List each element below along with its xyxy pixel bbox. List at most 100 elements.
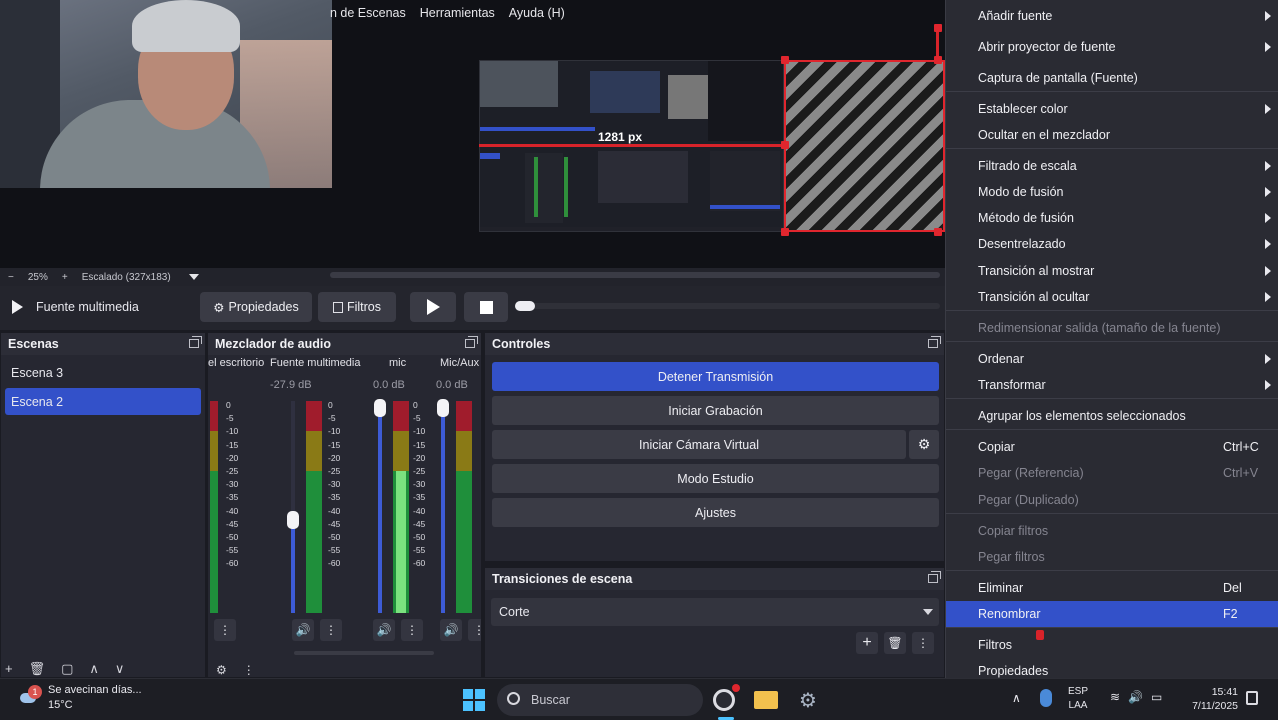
virtual-camera-settings-button[interactable]: ⚙ [909,430,939,459]
filter-icon [332,301,343,313]
move-down-icon[interactable]: ∨ [115,661,125,677]
studio-mode-button[interactable]: Modo Estudio [492,464,939,493]
selected-source[interactable] [784,60,945,232]
menu-item-label: Copiar [978,440,1015,454]
taskbar-search[interactable]: Buscar [497,684,703,716]
menu-scenes[interactable]: n de Escenas [330,6,406,20]
menu-item-renombrar[interactable]: Renombrar F2 [946,601,1278,627]
menu-item-eliminar[interactable]: Eliminar Del [946,575,1278,601]
resize-handle[interactable] [781,56,789,64]
menu-item-metodo-de-fusion[interactable]: Método de fusión [946,205,1278,231]
resize-handle[interactable] [781,141,789,149]
resize-handle[interactable] [934,228,942,236]
stop-streaming-button[interactable]: Detener Transmisión [492,362,939,391]
meter-scale-tick: 0 [328,400,333,410]
preview-scrollbar[interactable] [330,272,940,278]
trash-icon[interactable]: 🗑 [884,632,906,654]
scenes-dock-title: Escenas [1,333,205,355]
scene-filters-icon[interactable]: ▢ [61,661,73,677]
speaker-icon[interactable]: 🔊 [373,619,395,641]
tray-chevron-up-icon[interactable]: ∧ [1012,691,1021,705]
menu-item-anadir-fuente[interactable]: Añadir fuente [946,3,1278,29]
mixer-settings-icon[interactable]: ⚙ [216,663,227,677]
resize-handle[interactable] [934,56,942,64]
channel-menu-icon[interactable]: ⋮ [468,619,481,641]
language-indicator[interactable]: ESP LAA [1068,685,1088,713]
undock-icon[interactable] [465,336,478,348]
zoom-out-button[interactable]: − [8,272,14,283]
fader-knob[interactable] [437,399,449,417]
volume-fader[interactable] [374,399,386,613]
start-recording-button[interactable]: Iniciar Grabación [492,396,939,425]
menu-item-label: Agrupar los elementos seleccionados [978,409,1186,423]
speaker-icon[interactable]: 🔊 [440,619,462,641]
windows-start-icon[interactable] [460,686,488,714]
menu-item-transicion-al-mostrar[interactable]: Transición al mostrar [946,258,1278,284]
transition-select[interactable]: Corte [491,598,939,626]
remove-scene-icon[interactable]: 🗑 [29,661,46,677]
menu-item-modo-de-fusion[interactable]: Modo de fusión [946,179,1278,205]
scaling-dropdown-icon[interactable] [188,274,199,280]
file-explorer-icon[interactable] [752,686,780,714]
audio-mixer-title-text: Mezclador de audio [215,337,331,351]
scene-item[interactable]: Escena 3 [5,359,201,386]
undock-icon[interactable] [189,336,202,348]
fader-knob[interactable] [374,399,386,417]
menu-item-abrir-proyector-de-fuente[interactable]: Abrir proyector de fuente [946,34,1278,60]
menu-item-captura-de-pantalla-fuente[interactable]: Captura de pantalla (Fuente) [946,65,1278,91]
scenes-toolbar: + 🗑 ▢ ∧ ∨ [5,661,124,677]
undock-icon[interactable] [928,336,941,348]
mixer-menu-icon[interactable]: ⋮ [243,663,255,677]
media-play-button[interactable] [410,292,456,322]
scene-item-selected[interactable]: Escena 2 [5,388,201,415]
start-virtual-camera-button[interactable]: Iniciar Cámara Virtual [492,430,906,459]
seek-knob[interactable] [515,301,535,311]
menu-item-filtrado-de-escala[interactable]: Filtrado de escala [946,153,1278,179]
menu-item-transformar[interactable]: Transformar [946,372,1278,398]
undock-icon[interactable] [928,571,941,583]
properties-button[interactable]: ⚙ Propiedades [200,292,312,322]
menu-item-agrupar-los-elementos-seleccionados[interactable]: Agrupar los elementos seleccionados [946,403,1278,429]
menu-item-label: Pegar (Referencia) [978,466,1084,480]
speaker-icon[interactable]: 🔊 [292,619,314,641]
audio-mixer-title: Mezclador de audio [208,333,481,355]
menu-tools[interactable]: Herramientas [420,6,495,20]
controls-title: Controles [485,333,944,355]
menu-item-filtros[interactable]: Filtros [946,632,1278,658]
rotate-handle[interactable] [934,24,942,32]
menu-item-establecer-color[interactable]: Establecer color [946,96,1278,122]
media-stop-button[interactable] [464,292,508,322]
channel-menu-icon[interactable]: ⋮ [320,619,342,641]
filters-button[interactable]: Filtros [318,292,396,322]
menu-separator [946,570,1278,571]
volume-fader[interactable] [437,399,449,613]
settings-app-icon[interactable]: ⚙ [794,686,822,714]
menu-item-ocultar-en-el-mezclador[interactable]: Ocultar en el mezclador [946,122,1278,148]
notifications-icon[interactable] [1246,691,1258,705]
mixer-scrollbar[interactable] [294,651,434,655]
channel-menu-icon[interactable]: ⋮ [214,619,236,641]
settings-button[interactable]: Ajustes [492,498,939,527]
menu-help[interactable]: Ayuda (H) [509,6,565,20]
weather-widget[interactable]: 1 Se avecinan días... 15°C [18,683,142,713]
transition-menu-icon[interactable]: ⋮ [912,632,934,654]
menu-item-ordenar[interactable]: Ordenar [946,346,1278,372]
menu-item-desentrelazado[interactable]: Desentrelazado [946,231,1278,257]
menu-item-copiar[interactable]: Copiar Ctrl+C [946,434,1278,460]
quick-settings[interactable]: ≋ 🔊 ▭ [1110,690,1162,704]
resize-handle[interactable] [781,228,789,236]
volume-fader[interactable] [287,401,299,613]
zoom-in-button[interactable]: + [62,272,68,283]
clock[interactable]: 15:41 7/11/2025 [1186,685,1238,713]
add-transition-icon[interactable]: + [856,632,878,654]
microphone-icon[interactable] [1040,689,1052,707]
media-seek-slider[interactable] [515,301,940,311]
obs-app-icon[interactable] [710,684,740,714]
fader-knob[interactable] [287,510,299,529]
menu-item-transicion-al-ocultar[interactable]: Transición al ocultar [946,284,1278,310]
channel-menu-icon[interactable]: ⋮ [401,619,423,641]
move-up-icon[interactable]: ∧ [89,661,99,677]
webcam-source[interactable] [0,0,332,188]
add-scene-icon[interactable]: + [5,661,13,677]
preview-area[interactable]: n de Escenas Herramientas Ayuda (H) 1281… [0,0,945,268]
